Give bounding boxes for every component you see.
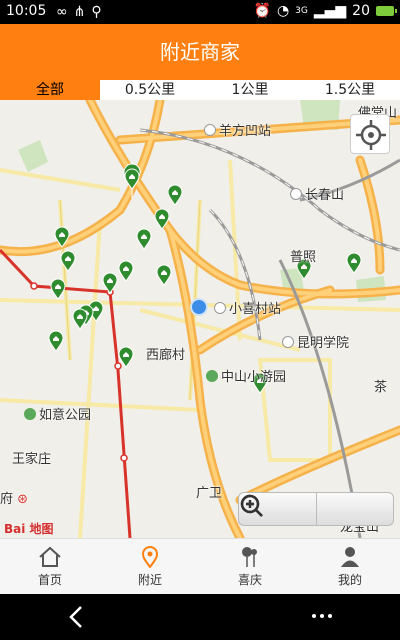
share-icon: ⋔: [73, 4, 86, 20]
nav-nearby[interactable]: 附近: [100, 539, 200, 594]
school-icon: [282, 336, 294, 348]
celebration-icon: [242, 546, 257, 567]
metro-icon: [204, 124, 216, 136]
tab-1km[interactable]: 1公里: [200, 80, 300, 100]
shop-marker-icon[interactable]: [72, 308, 88, 330]
nav-nearby-label: 附近: [137, 572, 162, 587]
shop-marker-icon[interactable]: [60, 250, 76, 272]
map-label-area: 普照: [290, 250, 317, 265]
map-roads: [0, 100, 400, 538]
current-location-dot: [190, 298, 208, 316]
map-label-park: 中山小游园: [206, 366, 286, 385]
shop-marker-icon[interactable]: [54, 226, 70, 248]
network-type: 3G: [295, 6, 308, 16]
shop-marker-icon[interactable]: [136, 228, 152, 250]
shop-marker-icon[interactable]: [50, 278, 66, 300]
map-label-area: 王家庄: [12, 452, 52, 467]
map-label-school: 昆明学院: [282, 332, 349, 351]
nav-home[interactable]: 首页: [0, 539, 100, 594]
park-icon: [206, 370, 218, 382]
shop-marker-icon[interactable]: [156, 264, 172, 286]
shop-marker-icon[interactable]: [346, 252, 362, 274]
tab-all[interactable]: 全部: [0, 80, 100, 100]
battery-level: 20: [352, 3, 370, 19]
landmark-icon: [290, 188, 302, 200]
back-icon[interactable]: [66, 604, 86, 630]
status-time: 10:05: [6, 3, 47, 19]
map-label-area: 茶: [374, 380, 388, 395]
zoom-control: [238, 492, 394, 526]
nav-celebration[interactable]: 喜庆: [200, 539, 300, 594]
battery-icon: [376, 6, 397, 16]
crosshair-icon: [356, 120, 386, 150]
distance-tabs: 全部 0.5公里 1公里 1.5公里: [0, 80, 400, 100]
map-label-area: 长春山: [290, 184, 344, 203]
tab-0.5km[interactable]: 0.5公里: [100, 80, 200, 100]
park-icon: [24, 408, 36, 420]
link-icon: ∞: [56, 4, 68, 20]
map-label-area: 西廊村: [146, 348, 186, 363]
bottom-nav: 首页 附近 喜庆 我的: [0, 538, 400, 594]
signal-icon: ▂▄▆: [313, 3, 347, 19]
shop-marker-icon[interactable]: [102, 272, 118, 294]
locate-button[interactable]: [350, 114, 390, 154]
nav-home-label: 首页: [37, 572, 62, 587]
map-label-station: 羊方凹站: [204, 120, 271, 139]
home-icon: [39, 546, 61, 567]
location-pin-icon: [141, 545, 159, 568]
map-label-station: 小喜村站: [214, 298, 281, 317]
shop-marker-icon[interactable]: [167, 184, 183, 206]
shop-marker-icon[interactable]: [48, 330, 64, 352]
status-bar: 10:05 ∞ ⋔ ⚲ ⏰ ◔ 3G ▂▄▆ 20: [0, 0, 400, 24]
usb-icon: ⚲: [91, 4, 102, 20]
map-view[interactable]: 羊方凹站 长春山 普照 小喜村站 昆明学院 西廊村 中山小游园 如意公园 王家庄…: [0, 100, 400, 538]
wifi-icon: ◔: [276, 3, 290, 19]
shop-marker-icon[interactable]: [124, 168, 140, 190]
map-label-area: 广卫: [196, 486, 223, 501]
metro-icon: [214, 302, 226, 314]
system-nav-bar: [0, 594, 400, 640]
map-label-park: 如意公园: [24, 404, 91, 423]
nav-mine-label: 我的: [337, 572, 362, 587]
zoom-in-button[interactable]: [240, 493, 394, 525]
nav-celebration-label: 喜庆: [237, 572, 262, 587]
nav-mine[interactable]: 我的: [300, 539, 400, 594]
baidu-map-logo: Bai 地图: [4, 522, 54, 536]
more-icon[interactable]: [312, 614, 332, 618]
alarm-icon: ⏰: [253, 3, 271, 19]
zoom-in-icon: [240, 494, 263, 517]
user-icon: [341, 546, 359, 567]
page-title: 附近商家: [0, 24, 400, 80]
tab-1.5km[interactable]: 1.5公里: [300, 80, 400, 100]
shop-marker-icon[interactable]: [118, 346, 134, 368]
shop-marker-icon[interactable]: [154, 208, 170, 230]
map-label-area: 府 ⊛: [0, 492, 29, 507]
shop-marker-icon[interactable]: [118, 260, 134, 282]
